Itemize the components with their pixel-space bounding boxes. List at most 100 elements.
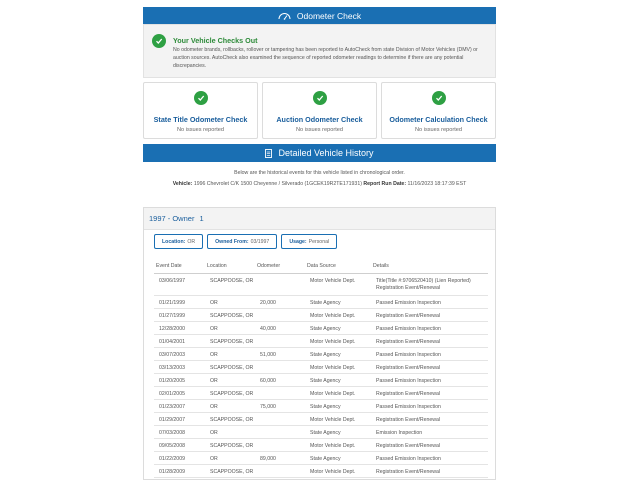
table-cell: 60,000 (255, 373, 305, 387)
table-cell: 01/04/2001 (154, 334, 205, 348)
table-row: 01/29/2007 SCAPPOOSE, OR Motor Vehicle Dep… (154, 412, 488, 426)
column-header: Location (205, 259, 255, 274)
owner-panel: 1997 - Owner 1 Location: OR Owned From: … (143, 207, 496, 480)
owned-from-label: Owned From: (215, 238, 249, 245)
table-row: 01/04/2001 SCAPPOOSE, OR Motor Vehicle Dep… (154, 334, 488, 348)
table-cell: Passed Emission Inspection (371, 295, 488, 309)
card-title: Odometer Calculation Check (389, 115, 488, 124)
table-row: 01/23/2007 OR 75,000 State Agency Passed Emi… (154, 399, 488, 413)
vehicle-value: 1996 Chevrolet C/K 1500 Cheyenne / Silve… (193, 181, 362, 187)
table-cell: OR (205, 399, 255, 413)
table-cell: SCAPPOOSE, OR (205, 308, 255, 322)
table-cell: State Agency (305, 425, 371, 439)
table-cell: Registration Event/Renewal (371, 386, 488, 400)
table-cell: Motor Vehicle Dept. (305, 386, 371, 400)
table-cell: Motor Vehicle Dept. (305, 334, 371, 348)
table-cell: OR (205, 425, 255, 439)
events-body: 03/06/1997 SCAPPOOSE, OR Motor Vehicle Dep… (154, 273, 488, 478)
location-value: OR (187, 238, 196, 245)
vehicle-history-header: Detailed Vehicle History (143, 144, 496, 162)
table-cell: 03/06/1997 (154, 273, 205, 296)
table-row: 01/28/2009 SCAPPOOSE, OR Motor Vehicle Dep… (154, 464, 488, 478)
table-cell: 02/01/2005 (154, 386, 205, 400)
table-cell: SCAPPOOSE, OR (205, 438, 255, 452)
table-cell: 89,000 (255, 451, 305, 465)
table-cell: Registration Event/Renewal (371, 438, 488, 452)
table-cell (255, 438, 305, 452)
table-row: 01/27/1999 SCAPPOOSE, OR Motor Vehicle Dep… (154, 308, 488, 322)
table-cell: Passed Emission Inspection (371, 373, 488, 387)
odometer-calculation-card: Odometer Calculation Check No issues rep… (381, 82, 496, 139)
table-cell: OR (205, 321, 255, 335)
check-icon (193, 91, 208, 105)
check-icon (431, 91, 446, 105)
table-cell: SCAPPOOSE, OR (205, 273, 255, 296)
odometer-check-header: Odometer Check (143, 7, 496, 24)
table-cell (255, 334, 305, 348)
table-cell: OR (205, 451, 255, 465)
table-row: 03/06/1997 SCAPPOOSE, OR Motor Vehicle Dep… (154, 273, 488, 296)
run-date-value: 11/16/2023 18:17:39 EST (407, 181, 467, 187)
check-icon (312, 91, 327, 105)
table-cell: Passed Emission Inspection (371, 399, 488, 413)
table-cell: State Agency (305, 399, 371, 413)
table-row: 01/22/2009 OR 89,000 State Agency Passed Emi… (154, 451, 488, 465)
table-header-row: Event Date Location Odometer Data Source… (154, 259, 488, 274)
table-cell: State Agency (305, 295, 371, 309)
check-icon (152, 34, 166, 48)
table-cell: 20,000 (255, 295, 305, 309)
table-cell (255, 273, 305, 296)
table-row: 03/13/2003 SCAPPOOSE, OR Motor Vehicle Dep… (154, 360, 488, 374)
table-cell: 01/29/2007 (154, 412, 205, 426)
table-cell: 01/28/2009 (154, 464, 205, 478)
run-date-label: Report Run Date: (363, 181, 407, 187)
table-cell: 01/22/2009 (154, 451, 205, 465)
table-cell: Title(Title #:9706520410) (Lien Reported… (371, 273, 488, 296)
table-cell: SCAPPOOSE, OR (205, 360, 255, 374)
table-cell: SCAPPOOSE, OR (205, 412, 255, 426)
owner-header[interactable]: 1997 - Owner 1 (144, 208, 495, 230)
card-title: State Title Odometer Check (153, 115, 248, 124)
table-cell: Registration Event/Renewal (371, 308, 488, 322)
card-title: Auction Odometer Check (276, 115, 363, 124)
table-cell: 40,000 (255, 321, 305, 335)
state-title-odometer-card: State Title Odometer Check No issues rep… (143, 82, 258, 139)
table-cell (255, 386, 305, 400)
table-cell: State Agency (305, 373, 371, 387)
table-cell: 75,000 (255, 399, 305, 413)
table-row: 01/21/1999 OR 20,000 State Agency Passed Emi… (154, 295, 488, 309)
owner-tags: Location: OR Owned From: 03/1997 Usage: … (154, 234, 341, 249)
table-row: 12/28/2000 OR 40,000 State Agency Passed Emi… (154, 321, 488, 335)
usage-tag: Usage: Personal (281, 234, 338, 249)
owner-title: 1997 - Owner (149, 214, 195, 223)
table-cell: SCAPPOOSE, OR (205, 334, 255, 348)
table-cell: 01/27/1999 (154, 308, 205, 322)
card-status: No issues reported (177, 127, 224, 133)
table-cell: SCAPPOOSE, OR (205, 386, 255, 400)
table-cell: Emission Inspection (371, 425, 488, 439)
column-header: Event Date (154, 259, 205, 274)
table-cell: 03/13/2003 (154, 360, 205, 374)
table-cell (255, 360, 305, 374)
table-cell (255, 464, 305, 478)
table-row: 01/20/2005 OR 60,000 State Agency Passed Emi… (154, 373, 488, 387)
column-header: Data Source (305, 259, 371, 274)
usage-value: Personal (308, 238, 330, 245)
summary-title: Your Vehicle Checks Out (173, 36, 258, 45)
table-row: 09/05/2008 SCAPPOOSE, OR Motor Vehicle Dep… (154, 438, 488, 452)
table-cell: 12/28/2000 (154, 321, 205, 335)
table-cell: OR (205, 295, 255, 309)
vehicle-info-line: Vehicle: 1996 Chevrolet C/K 1500 Cheyenn… (143, 181, 496, 187)
table-cell: 01/23/2007 (154, 399, 205, 413)
table-cell: OR (205, 373, 255, 387)
vehicle-label: Vehicle: (172, 181, 193, 187)
table-cell (255, 412, 305, 426)
odometer-check-title: Odometer Check (296, 10, 362, 21)
table-cell: Motor Vehicle Dept. (305, 360, 371, 374)
summary-description: No odometer brands, rollbacks, rollover … (173, 47, 478, 69)
table-cell: 01/20/2005 (154, 373, 205, 387)
owned-from-tag: Owned From: 03/1997 (207, 234, 278, 249)
document-icon (265, 148, 273, 158)
table-cell (255, 308, 305, 322)
column-header: Details (371, 259, 488, 274)
